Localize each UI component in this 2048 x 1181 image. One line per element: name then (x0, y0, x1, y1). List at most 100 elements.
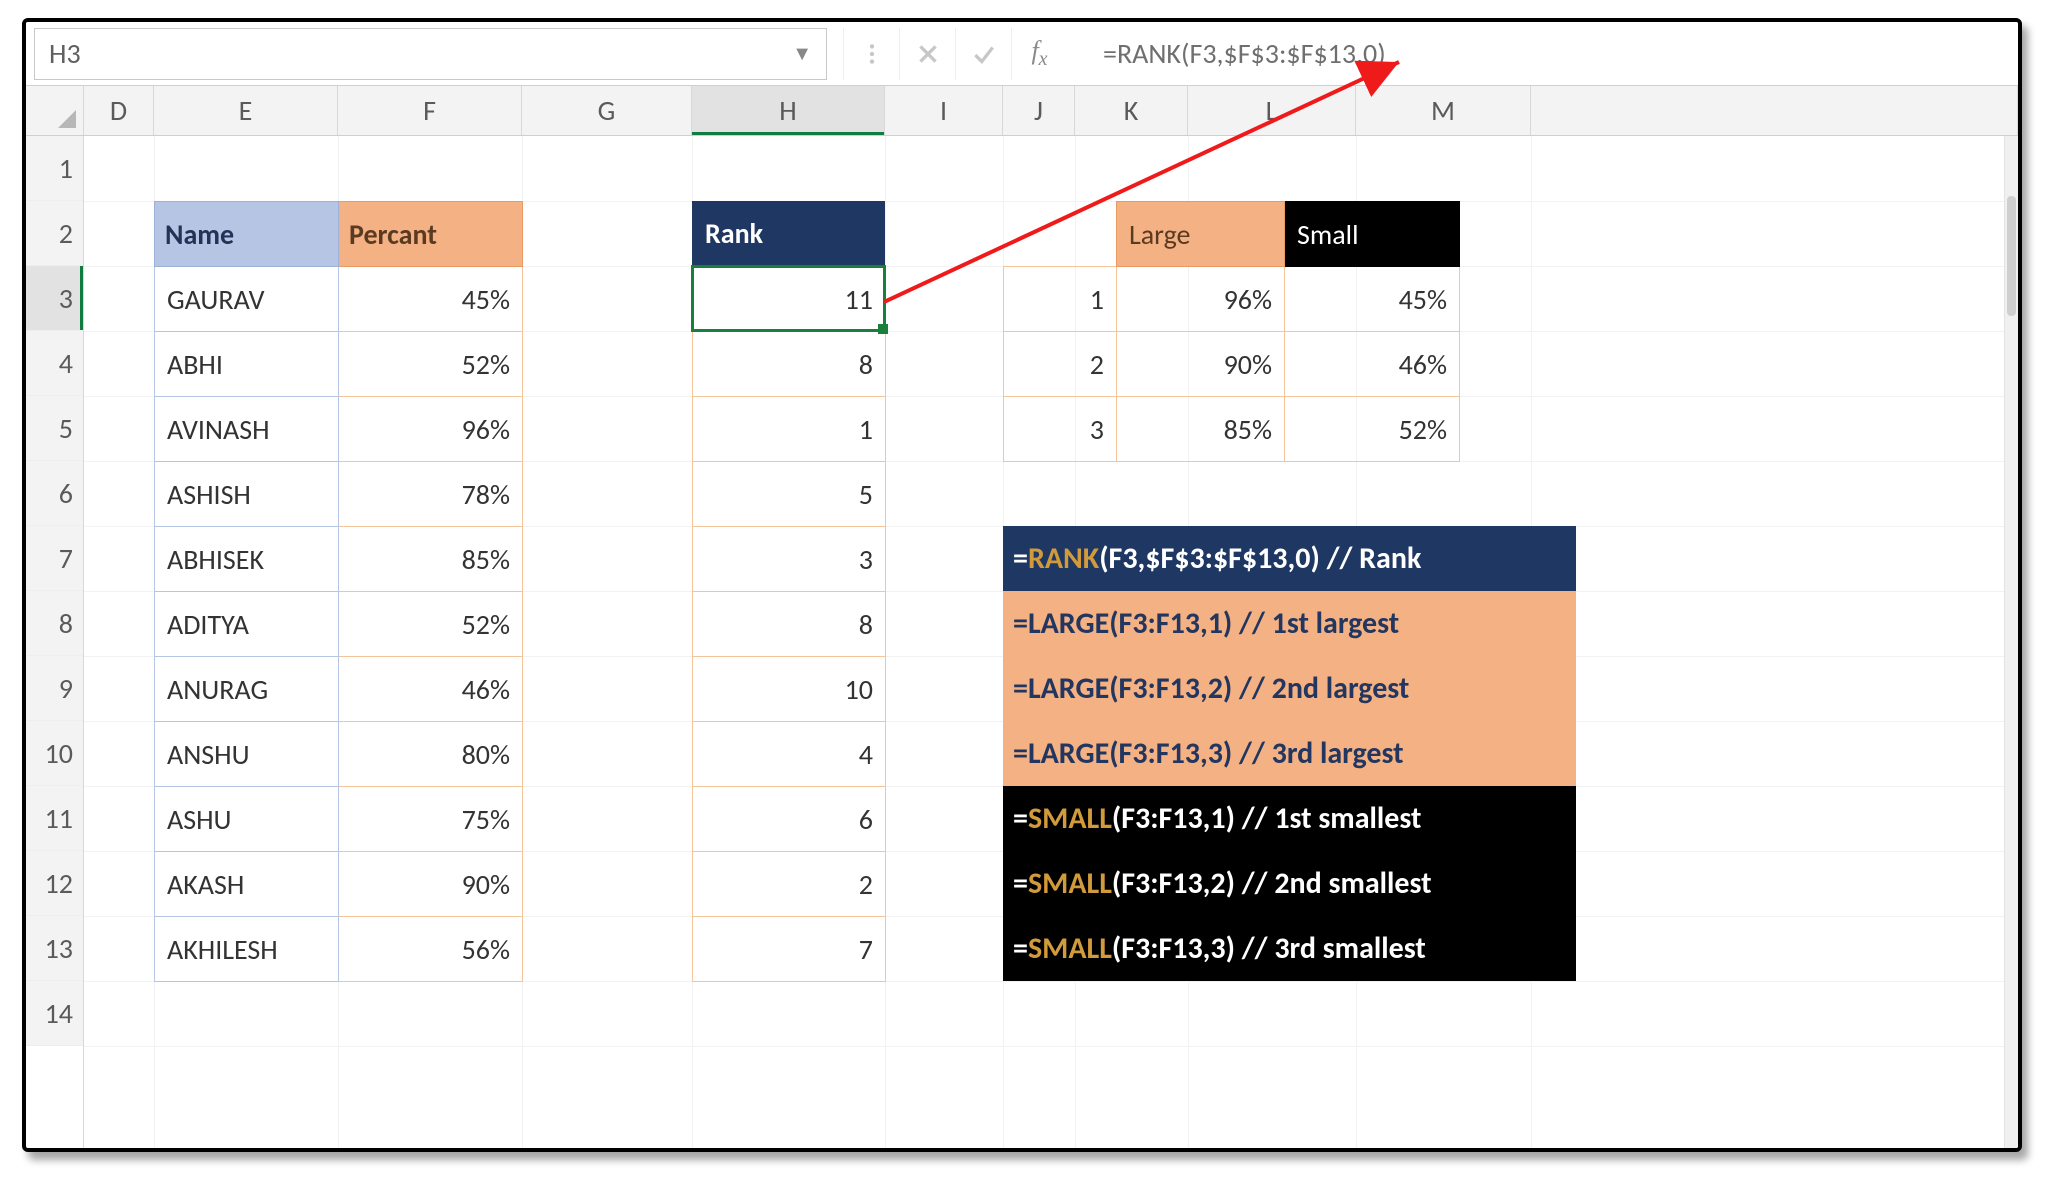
col-header-L[interactable]: L (1188, 86, 1356, 135)
col-header-M[interactable]: M (1356, 86, 1531, 135)
col-header-D[interactable]: D (84, 86, 154, 135)
table-row[interactable]: AVINASH96% (155, 397, 523, 462)
cell-index[interactable]: 1 (1004, 267, 1117, 332)
cell-name[interactable]: AKASH (155, 852, 339, 917)
row-header-9[interactable]: 9 (26, 656, 83, 721)
cell-name[interactable]: ASHISH (155, 462, 339, 527)
cell-name[interactable]: ABHI (155, 332, 339, 397)
table-row[interactable]: AKHILESH56% (155, 917, 523, 982)
col-header-K[interactable]: K (1075, 86, 1188, 135)
col-header-rank[interactable]: Rank (692, 201, 885, 266)
cell-large[interactable]: 90% (1117, 332, 1285, 397)
select-all-triangle[interactable] (26, 86, 84, 135)
table-row[interactable]: GAURAV45% (155, 267, 523, 332)
table-row[interactable]: ANSHU80% (155, 722, 523, 787)
cell-name[interactable]: AKHILESH (155, 917, 339, 982)
cell-rank[interactable]: 4 (693, 722, 886, 787)
cell-rank[interactable]: 8 (693, 332, 886, 397)
cell-rank[interactable]: 8 (693, 592, 886, 657)
cell-name[interactable]: ANURAG (155, 657, 339, 722)
cell-index[interactable]: 2 (1004, 332, 1117, 397)
row-header-1[interactable]: 1 (26, 136, 83, 201)
cell-small[interactable]: 46% (1285, 332, 1460, 397)
vertical-scrollbar[interactable] (2004, 136, 2018, 1148)
cell-percent[interactable]: 80% (339, 722, 523, 787)
blank-header (1004, 202, 1117, 267)
enter-icon[interactable] (955, 28, 1011, 80)
col-header-percent[interactable]: Percant (339, 202, 523, 267)
col-header-large[interactable]: Large (1117, 202, 1285, 267)
table-row[interactable]: AKASH90% (155, 852, 523, 917)
table-row[interactable]: ABHI52% (155, 332, 523, 397)
cell-rank[interactable]: 6 (693, 787, 886, 852)
name-box[interactable]: H3 ▼ (34, 28, 827, 80)
cell-rank[interactable]: 1 (693, 397, 886, 462)
cell-percent[interactable]: 56% (339, 917, 523, 982)
row-header-6[interactable]: 6 (26, 461, 83, 526)
cell-rank[interactable]: 3 (693, 527, 886, 592)
excel-window: H3 ▼ fx =RANK(F3,$F$3:$F$13,0) DEFGHIJKL… (22, 18, 2022, 1152)
formula-input[interactable]: =RANK(F3,$F$3:$F$13,0) (1067, 36, 2018, 71)
cell-rank[interactable]: 11 (693, 267, 886, 332)
table-row[interactable]: ADITYA52% (155, 592, 523, 657)
scrollbar-thumb[interactable] (2007, 196, 2016, 316)
col-header-H[interactable]: H (692, 86, 885, 135)
cell-percent[interactable]: 52% (339, 332, 523, 397)
cancel-icon[interactable] (899, 28, 955, 80)
row-header-11[interactable]: 11 (26, 786, 83, 851)
worksheet-grid[interactable]: Name Percant GAURAV45%ABHI52%AVINASH96%A… (84, 136, 2018, 1148)
col-header-J[interactable]: J (1003, 86, 1075, 135)
row-header-5[interactable]: 5 (26, 396, 83, 461)
row-header-4[interactable]: 4 (26, 331, 83, 396)
table-row[interactable]: ASHU75% (155, 787, 523, 852)
cell-percent[interactable]: 78% (339, 462, 523, 527)
col-header-E[interactable]: E (154, 86, 338, 135)
fx-icon[interactable]: fx (1011, 28, 1067, 80)
cell-percent[interactable]: 85% (339, 527, 523, 592)
table-row[interactable]: 196%45% (1004, 267, 1460, 332)
cell-small[interactable]: 45% (1285, 267, 1460, 332)
cell-rank[interactable]: 7 (693, 917, 886, 982)
cell-large[interactable]: 85% (1117, 397, 1285, 462)
row-header-2[interactable]: 2 (26, 201, 83, 266)
cell-percent[interactable]: 90% (339, 852, 523, 917)
explain-large-2: =LARGE(F3:F13,2) // 2nd largest (1003, 656, 1576, 721)
cell-name[interactable]: ADITYA (155, 592, 339, 657)
cell-percent[interactable]: 45% (339, 267, 523, 332)
cell-name[interactable]: GAURAV (155, 267, 339, 332)
col-header-small[interactable]: Small (1285, 202, 1460, 267)
col-header-I[interactable]: I (885, 86, 1003, 135)
table-row[interactable]: ASHISH78% (155, 462, 523, 527)
col-header-F[interactable]: F (338, 86, 522, 135)
col-header-name[interactable]: Name (155, 202, 339, 267)
dots-icon[interactable] (843, 28, 899, 80)
table-row[interactable]: ANURAG46% (155, 657, 523, 722)
large-small-table: Large Small 196%45%290%46%385%52% (1003, 201, 1460, 462)
cell-rank[interactable]: 5 (693, 462, 886, 527)
row-header-12[interactable]: 12 (26, 851, 83, 916)
row-header-14[interactable]: 14 (26, 981, 83, 1046)
row-header-8[interactable]: 8 (26, 591, 83, 656)
col-header-G[interactable]: G (522, 86, 692, 135)
row-header-3[interactable]: 3 (26, 266, 83, 331)
cell-percent[interactable]: 52% (339, 592, 523, 657)
cell-name[interactable]: ANSHU (155, 722, 339, 787)
table-row[interactable]: 290%46% (1004, 332, 1460, 397)
row-header-10[interactable]: 10 (26, 721, 83, 786)
cell-percent[interactable]: 96% (339, 397, 523, 462)
row-header-7[interactable]: 7 (26, 526, 83, 591)
cell-name[interactable]: ASHU (155, 787, 339, 852)
table-row[interactable]: 385%52% (1004, 397, 1460, 462)
cell-percent[interactable]: 46% (339, 657, 523, 722)
cell-large[interactable]: 96% (1117, 267, 1285, 332)
chevron-down-icon[interactable]: ▼ (792, 42, 812, 66)
cell-rank[interactable]: 2 (693, 852, 886, 917)
cell-rank[interactable]: 10 (693, 657, 886, 722)
cell-index[interactable]: 3 (1004, 397, 1117, 462)
row-header-13[interactable]: 13 (26, 916, 83, 981)
cell-name[interactable]: AVINASH (155, 397, 339, 462)
table-row[interactable]: ABHISEK85% (155, 527, 523, 592)
cell-percent[interactable]: 75% (339, 787, 523, 852)
cell-small[interactable]: 52% (1285, 397, 1460, 462)
cell-name[interactable]: ABHISEK (155, 527, 339, 592)
